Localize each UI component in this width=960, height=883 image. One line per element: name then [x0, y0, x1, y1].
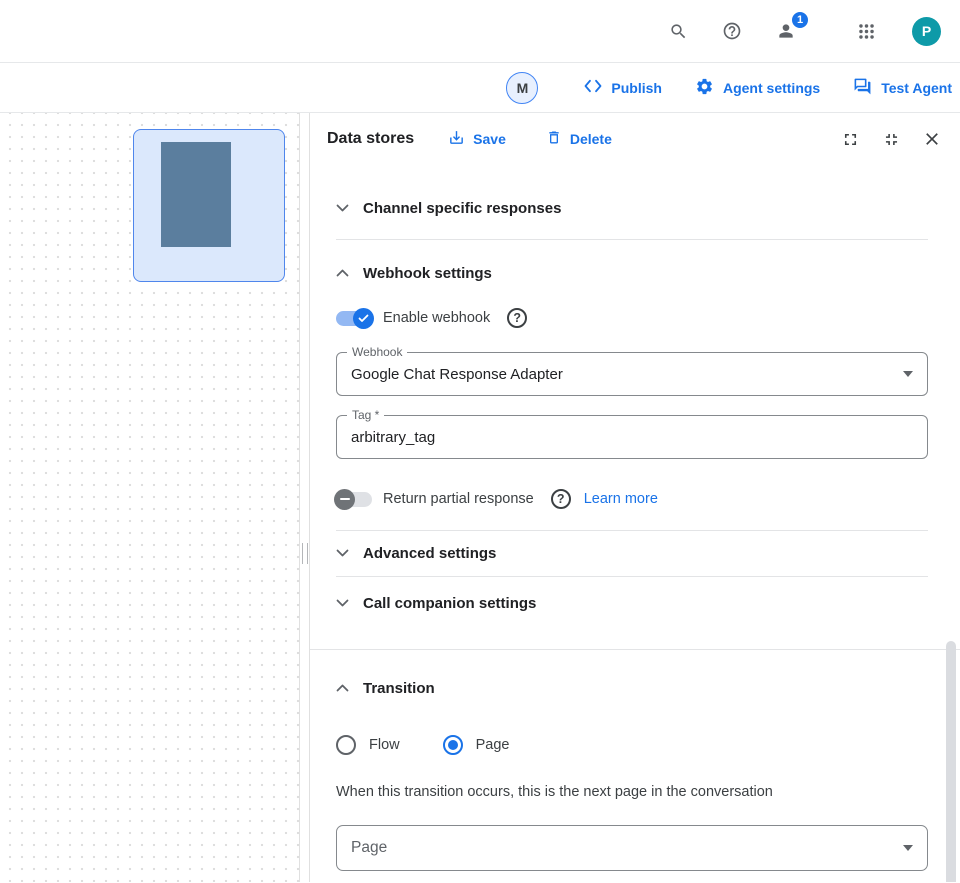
transition-description: When this transition occurs, this is the… [336, 784, 928, 800]
fullscreen-exit-icon[interactable] [879, 127, 903, 151]
transition-target-radios: Flow Page [336, 732, 928, 758]
close-icon[interactable] [920, 127, 944, 151]
trash-icon [546, 129, 562, 149]
section-transition[interactable]: Transition [336, 676, 928, 700]
flow-radio-label: Flow [369, 737, 400, 753]
tag-input[interactable]: Tag * arbitrary_tag [336, 415, 928, 459]
help-icon[interactable]: ? [551, 489, 571, 509]
divider [336, 530, 928, 531]
dropdown-caret-icon [903, 845, 913, 851]
agent-settings-button[interactable]: Agent settings [695, 77, 820, 99]
fullscreen-icon[interactable] [838, 127, 862, 151]
test-agent-button[interactable]: Test Agent [853, 77, 952, 99]
page-title: Data stores [327, 130, 414, 148]
page-radio-label: Page [476, 737, 510, 753]
flow-radio[interactable] [336, 735, 356, 755]
dropdown-caret-icon [903, 371, 913, 377]
webhook-select[interactable]: Webhook Google Chat Response Adapter [336, 352, 928, 396]
notifications-icon[interactable]: 1 [774, 19, 798, 43]
code-icon [584, 79, 602, 96]
page-radio[interactable] [443, 735, 463, 755]
top-app-bar: 1 P [0, 0, 960, 63]
help-icon[interactable]: ? [507, 308, 527, 328]
panel-divider [310, 649, 960, 650]
toggle-knob [353, 308, 374, 329]
section-call-companion-settings[interactable]: Call companion settings [336, 591, 928, 615]
partial-response-label: Return partial response [383, 491, 534, 507]
chevron-down-icon [336, 204, 349, 213]
agent-toolbar: M Publish Agent settings Test Agent [0, 63, 960, 113]
save-button[interactable]: Save [448, 129, 506, 149]
resize-handle[interactable] [302, 543, 308, 564]
section-channel-specific-responses[interactable]: Channel specific responses [336, 196, 928, 220]
page-select-placeholder: Page [351, 839, 387, 857]
flow-node-thumbnail [161, 142, 231, 247]
flow-avatar-badge[interactable]: M [506, 72, 538, 104]
section-advanced-settings[interactable]: Advanced settings [336, 541, 928, 565]
panel-resize-gutter [300, 113, 310, 882]
page-select[interactable]: Page [336, 825, 928, 871]
flow-node-selected[interactable] [133, 129, 285, 282]
panel-body: Channel specific responses Webhook setti… [310, 165, 960, 882]
chevron-down-icon [336, 549, 349, 558]
partial-response-toggle[interactable] [336, 492, 372, 507]
save-icon [448, 129, 465, 149]
profile-avatar[interactable]: P [912, 17, 941, 46]
apps-grid-icon[interactable] [854, 19, 878, 43]
delete-button[interactable]: Delete [546, 129, 612, 149]
chevron-down-icon [336, 599, 349, 608]
enable-webhook-row: Enable webhook ? [336, 305, 928, 331]
help-icon[interactable] [720, 19, 744, 43]
divider [336, 239, 928, 240]
webhook-select-value: Google Chat Response Adapter [351, 366, 563, 383]
toggle-knob [334, 489, 355, 510]
learn-more-link[interactable]: Learn more [584, 491, 658, 507]
notification-badge: 1 [790, 10, 810, 30]
chevron-up-icon [336, 269, 349, 278]
tag-input-value: arbitrary_tag [351, 429, 435, 446]
panel-scrollbar[interactable] [946, 641, 956, 882]
chevron-up-icon [336, 684, 349, 693]
panel-header: Data stores Save Delete [310, 113, 960, 165]
enable-webhook-label: Enable webhook [383, 310, 490, 326]
flow-canvas[interactable] [0, 113, 300, 882]
partial-response-row: Return partial response ? Learn more [336, 486, 928, 512]
search-icon[interactable] [666, 19, 690, 43]
gear-icon [695, 77, 714, 99]
enable-webhook-toggle[interactable] [336, 311, 372, 326]
publish-button[interactable]: Publish [584, 79, 662, 96]
chat-icon [853, 77, 872, 99]
data-stores-panel: Data stores Save Delete [310, 113, 960, 882]
divider [336, 576, 928, 577]
section-webhook-settings[interactable]: Webhook settings [336, 261, 928, 285]
main-area: Data stores Save Delete [0, 113, 960, 882]
